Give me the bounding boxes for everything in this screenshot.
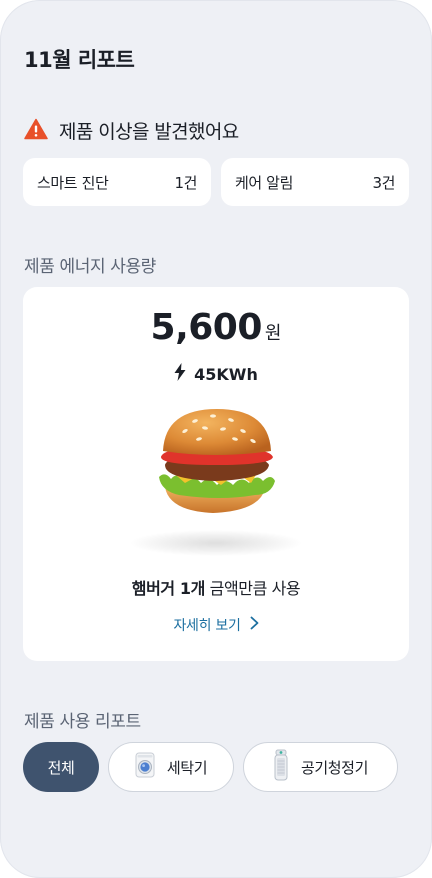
energy-amount-unit: 원 [264, 323, 282, 344]
page-title: 11월 리포트 [24, 48, 135, 72]
energy-usage-card: 5,600 원 45KWh 햄버거 1개 금액만큼 사용 자세히 보기 [23, 287, 409, 661]
care-alert-count: 3건 [372, 173, 395, 192]
alert-message: 제품 이상을 발견했어요 [59, 121, 239, 143]
detail-view-link[interactable]: 자세히 보기 [23, 615, 409, 635]
air-purifier-icon [273, 749, 301, 785]
energy-kwh-value: 45KWh [194, 364, 258, 384]
filter-chip-air-purifier-label: 공기청정기 [300, 758, 368, 777]
warning-icon [24, 118, 48, 144]
detail-view-label: 자세히 보기 [173, 618, 241, 634]
energy-amount: 5,600 원 [23, 307, 409, 348]
energy-usage-comparison: 햄버거 1개 금액만큼 사용 [23, 575, 409, 599]
energy-section-title: 제품 에너지 사용량 [24, 257, 156, 277]
energy-kwh: 45KWh [23, 363, 409, 385]
filter-chip-air-purifier[interactable]: 공기청정기 [243, 742, 398, 792]
filter-chip-all-label: 전체 [47, 758, 75, 777]
burger-shadow [131, 530, 301, 556]
energy-amount-value: 5,600 [150, 307, 263, 348]
filter-chip-all[interactable]: 전체 [23, 742, 99, 792]
care-alert-card[interactable]: 케어 알림 3건 [221, 158, 409, 206]
filter-chip-washer-label: 세탁기 [166, 758, 208, 777]
usage-report-section-title: 제품 사용 리포트 [24, 712, 141, 732]
smart-diagnosis-label: 스마트 진단 [37, 173, 109, 192]
smart-diagnosis-count: 1건 [174, 173, 197, 192]
smart-diagnosis-card[interactable]: 스마트 진단 1건 [23, 158, 211, 206]
lightning-icon [174, 363, 194, 385]
care-alert-label: 케어 알림 [235, 173, 293, 192]
filter-chip-washer[interactable]: 세탁기 [108, 742, 234, 792]
usage-comparison-text: 금액만큼 사용 [204, 579, 301, 598]
washing-machine-icon [135, 752, 167, 782]
chevron-right-icon [241, 616, 259, 634]
phone-screen: 11월 리포트 제품 이상을 발견했어요 스마트 진단 1건 케어 알림 3건 … [0, 0, 432, 878]
usage-comparison-item: 햄버거 1개 [131, 579, 206, 598]
hamburger-icon [159, 409, 275, 513]
alert-banner: 제품 이상을 발견했어요 [24, 117, 239, 144]
